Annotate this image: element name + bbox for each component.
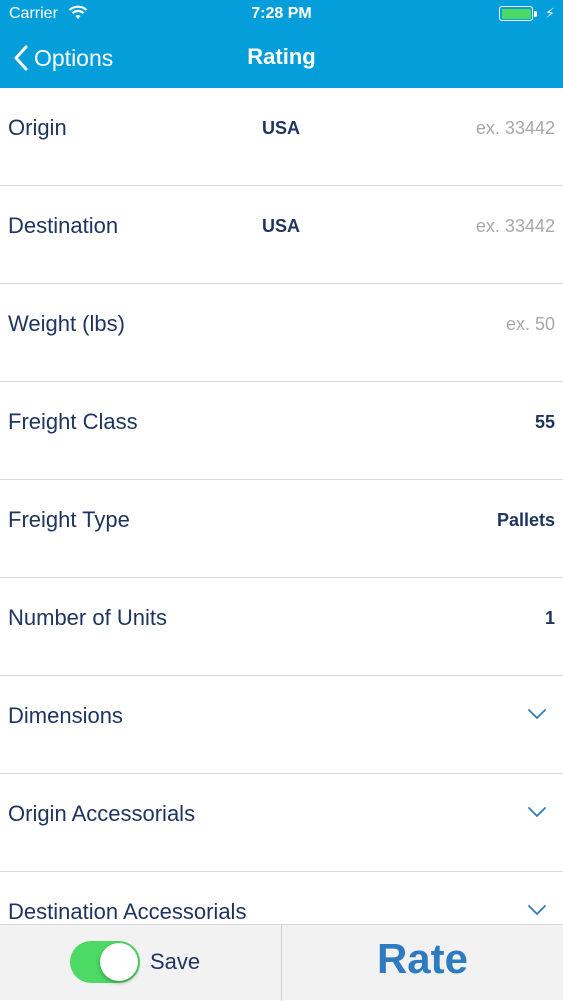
chevron-down-icon <box>528 807 546 817</box>
row-label: Origin Accessorials <box>8 801 196 826</box>
page-title: Rating <box>247 44 316 69</box>
number-of-units-value: 1 <box>544 608 555 628</box>
toggle-knob <box>100 943 138 981</box>
navigation-header: Carrier 7:28 PM ⚡ Options Rating <box>0 0 563 88</box>
row-label: Number of Units <box>8 605 167 630</box>
origin-zip-input[interactable]: ex. 33442 <box>476 88 555 186</box>
origin-accessorials-row[interactable]: Origin Accessorials <box>0 774 563 872</box>
status-bar: Carrier 7:28 PM ⚡ <box>0 0 563 30</box>
destination-accessorials-row[interactable]: Destination Accessorials <box>0 872 563 924</box>
row-label: Freight Class <box>8 409 138 434</box>
weight-input[interactable]: ex. 50 <box>506 284 555 382</box>
destination-zip-input[interactable]: ex. 33442 <box>476 186 555 284</box>
weight-row[interactable]: Weight (lbs) ex. 50 <box>0 284 563 382</box>
origin-row[interactable]: Origin USA ex. 33442 <box>0 88 563 186</box>
number-of-units-row[interactable]: Number of Units 1 <box>0 578 563 676</box>
dimensions-row[interactable]: Dimensions <box>0 676 563 774</box>
charging-icon: ⚡ <box>545 5 555 21</box>
destination-row[interactable]: Destination USA ex. 33442 <box>0 186 563 284</box>
chevron-down-icon <box>528 709 546 719</box>
row-label: Destination Accessorials <box>8 899 247 924</box>
origin-country-selector[interactable]: USA <box>262 88 300 186</box>
rating-form: Origin USA ex. 33442 Destination USA ex.… <box>0 88 563 924</box>
row-label: Weight (lbs) <box>8 311 125 336</box>
freight-type-value: Pallets <box>496 510 555 530</box>
chevron-down-icon <box>528 905 546 915</box>
rate-button[interactable]: Rate <box>282 935 563 983</box>
bottom-toolbar: Save Rate <box>0 924 563 1001</box>
save-label: Save <box>150 949 201 974</box>
row-label: Freight Type <box>8 507 130 532</box>
destination-country-selector[interactable]: USA <box>262 186 300 284</box>
row-label: Dimensions <box>8 703 123 728</box>
freight-type-row[interactable]: Freight Type Pallets <box>0 480 563 578</box>
save-toggle[interactable] <box>70 941 140 983</box>
freight-class-value: 55 <box>534 412 555 432</box>
row-label: Origin <box>8 115 67 140</box>
clock: 7:28 PM <box>251 5 312 22</box>
row-label: Destination <box>8 213 119 238</box>
battery-icon <box>499 6 537 21</box>
freight-class-row[interactable]: Freight Class 55 <box>0 382 563 480</box>
